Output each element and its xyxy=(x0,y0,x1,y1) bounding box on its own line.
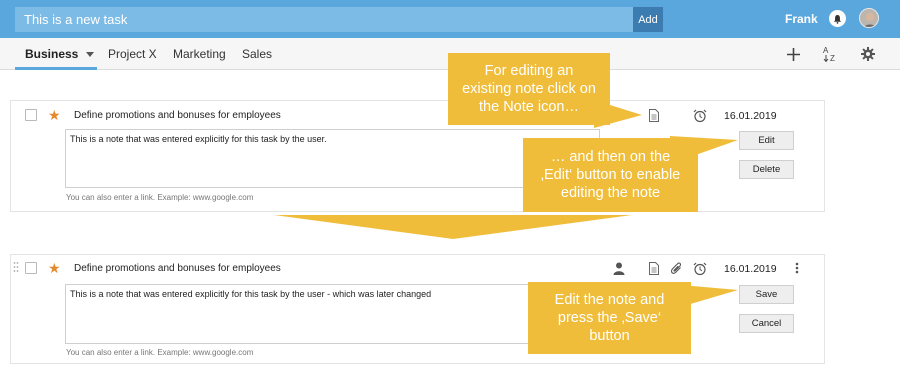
tab-business-label: Business xyxy=(25,47,79,61)
star-icon[interactable]: ★ xyxy=(48,108,61,122)
svg-text:Z: Z xyxy=(830,54,835,63)
user-name[interactable]: Frank xyxy=(785,12,818,26)
tab-business[interactable]: Business xyxy=(25,47,94,61)
tab-project-x[interactable]: Project X xyxy=(108,47,157,61)
add-button[interactable]: Add xyxy=(633,7,663,32)
plus-icon[interactable] xyxy=(784,45,802,63)
avatar[interactable] xyxy=(859,8,879,28)
paperclip-icon[interactable] xyxy=(669,261,683,275)
cancel-button[interactable]: Cancel xyxy=(739,314,794,333)
svg-text:A: A xyxy=(823,46,829,55)
active-tab-indicator xyxy=(15,67,97,70)
more-vertical-icon[interactable] xyxy=(793,261,801,275)
task-checkbox[interactable] xyxy=(25,262,37,274)
new-task-input[interactable] xyxy=(15,7,633,32)
link-hint: You can also enter a link. Example: www.… xyxy=(66,348,254,357)
task-title[interactable]: Define promotions and bonuses for employ… xyxy=(74,110,281,121)
callout-edit-button: … and then on the ‚Edit‘ button to enabl… xyxy=(523,138,698,212)
top-bar: Add Frank xyxy=(0,0,900,38)
due-date[interactable]: 16.01.2019 xyxy=(724,110,777,122)
callout-note-icon: For editing an existing note click on th… xyxy=(448,53,610,125)
alarm-icon[interactable] xyxy=(692,108,707,123)
note-editor[interactable]: This is a note that was entered explicit… xyxy=(65,284,595,344)
person-icon[interactable] xyxy=(612,261,626,275)
drag-handle-icon[interactable] xyxy=(13,261,19,273)
bell-icon[interactable] xyxy=(829,10,846,27)
tab-marketing[interactable]: Marketing xyxy=(173,47,226,61)
alarm-icon[interactable] xyxy=(692,261,707,276)
caret-down-icon xyxy=(85,51,94,57)
callout-save-button: Edit the note and press the ‚Save‘ butto… xyxy=(528,282,691,354)
star-icon[interactable]: ★ xyxy=(48,261,61,275)
task-title[interactable]: Define promotions and bonuses for employ… xyxy=(74,263,281,274)
note-display: This is a note that was entered explicit… xyxy=(65,129,600,188)
save-button[interactable]: Save xyxy=(739,285,794,304)
due-date[interactable]: 16.01.2019 xyxy=(724,263,777,275)
note-icon[interactable] xyxy=(648,108,660,123)
delete-button[interactable]: Delete xyxy=(739,160,794,179)
link-hint: You can also enter a link. Example: www.… xyxy=(66,193,254,202)
gear-icon[interactable] xyxy=(859,45,877,63)
sort-az-icon[interactable]: A Z xyxy=(822,45,840,63)
tab-sales[interactable]: Sales xyxy=(242,47,272,61)
edit-button[interactable]: Edit xyxy=(739,131,794,150)
transition-arrow xyxy=(274,215,632,239)
note-icon[interactable] xyxy=(648,261,660,276)
task-checkbox[interactable] xyxy=(25,109,37,121)
